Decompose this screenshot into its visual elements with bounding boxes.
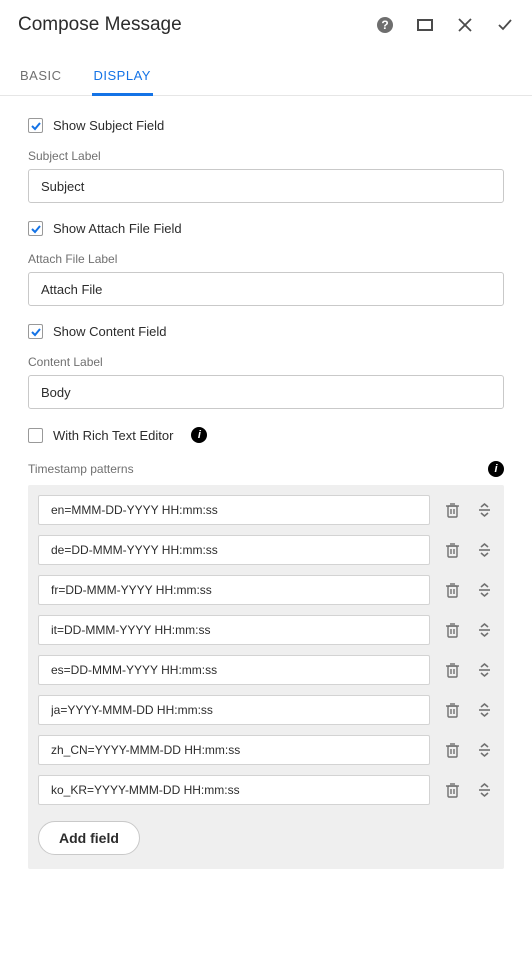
delete-icon[interactable] bbox=[442, 580, 462, 600]
timestamp-row bbox=[38, 615, 494, 645]
move-icon[interactable] bbox=[474, 660, 494, 680]
attach-label-input[interactable] bbox=[28, 272, 504, 306]
move-icon[interactable] bbox=[474, 580, 494, 600]
delete-icon[interactable] bbox=[442, 500, 462, 520]
rich-text-label[interactable]: With Rich Text Editor bbox=[53, 428, 173, 443]
done-icon[interactable] bbox=[496, 16, 514, 34]
attach-label-title: Attach File Label bbox=[28, 252, 504, 266]
timestamp-row bbox=[38, 535, 494, 565]
content-label-input[interactable] bbox=[28, 375, 504, 409]
timestamp-title: Timestamp patterns bbox=[28, 462, 134, 476]
show-subject-checkbox[interactable] bbox=[28, 118, 43, 133]
show-attach-checkbox[interactable] bbox=[28, 221, 43, 236]
delete-icon[interactable] bbox=[442, 740, 462, 760]
add-field-button[interactable]: Add field bbox=[38, 821, 140, 855]
delete-icon[interactable] bbox=[442, 780, 462, 800]
info-icon[interactable]: i bbox=[191, 427, 207, 443]
show-content-row: Show Content Field bbox=[28, 324, 504, 339]
rich-text-checkbox[interactable] bbox=[28, 428, 43, 443]
move-icon[interactable] bbox=[474, 620, 494, 640]
move-icon[interactable] bbox=[474, 740, 494, 760]
timestamp-input[interactable] bbox=[38, 735, 430, 765]
show-subject-row: Show Subject Field bbox=[28, 118, 504, 133]
delete-icon[interactable] bbox=[442, 660, 462, 680]
subject-label-input[interactable] bbox=[28, 169, 504, 203]
tab-display[interactable]: DISPLAY bbox=[92, 58, 153, 95]
delete-icon[interactable] bbox=[442, 620, 462, 640]
content-label-title: Content Label bbox=[28, 355, 504, 369]
timestamp-panel: Add field bbox=[28, 485, 504, 869]
svg-text:?: ? bbox=[381, 18, 388, 32]
timestamp-input[interactable] bbox=[38, 495, 430, 525]
timestamp-row bbox=[38, 575, 494, 605]
show-attach-row: Show Attach File Field bbox=[28, 221, 504, 236]
help-icon[interactable]: ? bbox=[376, 16, 394, 34]
timestamp-input[interactable] bbox=[38, 775, 430, 805]
move-icon[interactable] bbox=[474, 700, 494, 720]
tab-basic[interactable]: BASIC bbox=[18, 58, 64, 95]
dialog-header: Compose Message ? bbox=[0, 0, 532, 44]
close-icon[interactable] bbox=[456, 16, 474, 34]
info-icon[interactable]: i bbox=[488, 461, 504, 477]
timestamp-row bbox=[38, 775, 494, 805]
subject-label-title: Subject Label bbox=[28, 149, 504, 163]
show-content-label[interactable]: Show Content Field bbox=[53, 324, 166, 339]
timestamp-row bbox=[38, 695, 494, 725]
timestamp-row bbox=[38, 495, 494, 525]
move-icon[interactable] bbox=[474, 500, 494, 520]
timestamp-input[interactable] bbox=[38, 615, 430, 645]
tab-bar: BASIC DISPLAY bbox=[0, 58, 532, 96]
move-icon[interactable] bbox=[474, 780, 494, 800]
timestamp-header: Timestamp patterns i bbox=[28, 461, 504, 477]
move-icon[interactable] bbox=[474, 540, 494, 560]
rich-text-row: With Rich Text Editor i bbox=[28, 427, 504, 443]
timestamp-input[interactable] bbox=[38, 655, 430, 685]
fullscreen-icon[interactable] bbox=[416, 16, 434, 34]
header-actions: ? bbox=[376, 16, 514, 34]
form-content: Show Subject Field Subject Label Show At… bbox=[0, 96, 532, 897]
timestamp-row bbox=[38, 735, 494, 765]
show-content-checkbox[interactable] bbox=[28, 324, 43, 339]
show-subject-label[interactable]: Show Subject Field bbox=[53, 118, 164, 133]
dialog-title: Compose Message bbox=[18, 14, 376, 36]
timestamp-input[interactable] bbox=[38, 695, 430, 725]
delete-icon[interactable] bbox=[442, 700, 462, 720]
timestamp-input[interactable] bbox=[38, 535, 430, 565]
timestamp-input[interactable] bbox=[38, 575, 430, 605]
timestamp-row bbox=[38, 655, 494, 685]
delete-icon[interactable] bbox=[442, 540, 462, 560]
show-attach-label[interactable]: Show Attach File Field bbox=[53, 221, 182, 236]
